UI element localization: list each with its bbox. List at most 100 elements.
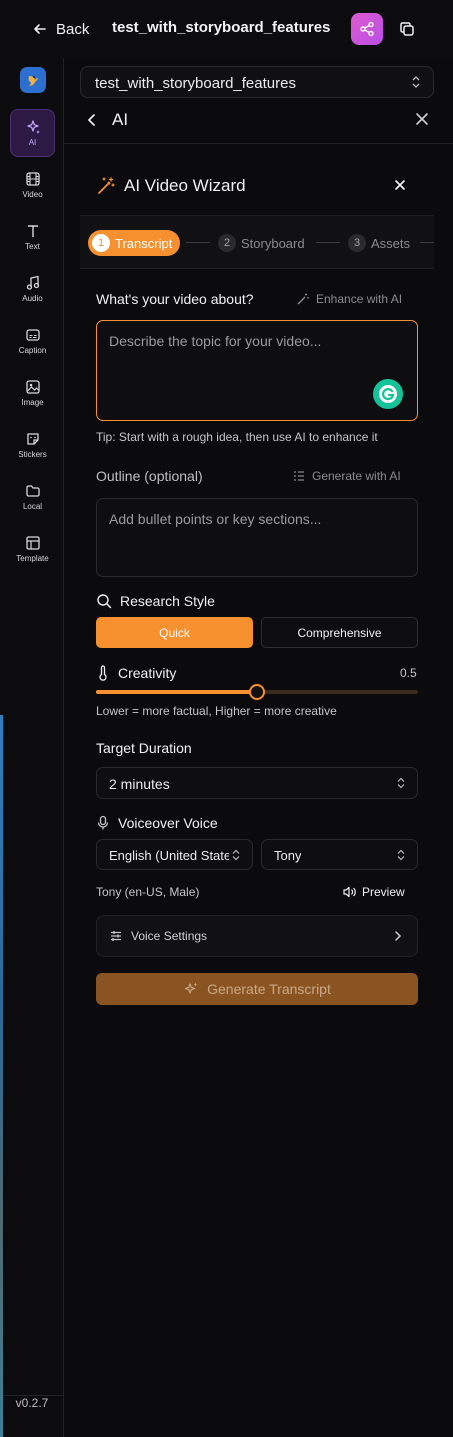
back-label: Back — [56, 20, 90, 38]
step-label: Assets — [371, 235, 411, 251]
template-icon — [25, 536, 40, 550]
project-title: test_with_storyboard_features — [112, 19, 331, 36]
voice-value: Tony — [274, 848, 302, 863]
preview-button[interactable]: Preview — [342, 885, 405, 899]
chevron-up-down-icon — [412, 76, 420, 88]
creativity-hint: Lower = more factual, Higher = more crea… — [96, 704, 337, 718]
target-duration-label: Target Duration — [96, 740, 192, 756]
sidebar-item-stickers[interactable]: Stickers — [10, 421, 55, 469]
slider-fill — [96, 690, 257, 694]
sidebar-item-label: Text — [25, 242, 40, 251]
voice-meta: Tony (en-US, Male) — [96, 885, 200, 899]
panel-header: AI — [64, 100, 453, 144]
caption-icon — [25, 329, 40, 341]
wizard-title-text: AI Video Wizard — [124, 176, 246, 195]
outline-textarea[interactable]: Add bullet points or key sections... — [96, 498, 418, 577]
step-number: 3 — [348, 234, 366, 252]
duration-value: 2 minutes — [109, 776, 170, 792]
voiceover-voice-text: Voiceover Voice — [118, 815, 218, 831]
sidebar-item-audio[interactable]: Audio — [10, 265, 55, 313]
step-transcript[interactable]: 1 Transcript — [88, 230, 181, 256]
creativity-value: 0.5 — [400, 666, 417, 680]
step-storyboard[interactable]: 2 Storyboard — [218, 230, 305, 256]
sidebar-item-label: Template — [16, 554, 49, 563]
sparkles-icon — [185, 982, 198, 994]
duplicate-button[interactable] — [395, 17, 419, 41]
project-select-value: test_with_storyboard_features — [95, 75, 296, 92]
sidebar-item-label: Caption — [18, 346, 47, 355]
grammarly-icon — [379, 385, 397, 403]
language-value: English (United States) — [109, 848, 229, 863]
microphone-icon — [97, 815, 109, 830]
step-connector — [316, 242, 340, 243]
speaker-icon — [343, 886, 356, 898]
image-icon — [25, 380, 40, 394]
slider-thumb[interactable] — [249, 684, 265, 700]
sidebar-item-ai[interactable]: AI — [10, 109, 55, 157]
topic-tip: Tip: Start with a rough idea, then use A… — [96, 430, 378, 444]
research-comprehensive-button[interactable]: Comprehensive — [261, 617, 418, 648]
step-number: 1 — [92, 234, 110, 252]
close-icon[interactable] — [392, 177, 408, 193]
version-label: v0.2.7 — [15, 1396, 49, 1410]
ai-panel: test_with_storyboard_features AI AI Vide… — [64, 58, 453, 1437]
chevron-up-down-icon — [232, 849, 240, 861]
wizard-title: AI Video Wizard — [96, 176, 246, 196]
canvas-edge — [0, 715, 3, 1437]
sidebar-item-label: Audio — [22, 294, 43, 303]
topic-label: What's your video about? — [96, 291, 254, 307]
grammarly-button[interactable] — [373, 379, 403, 409]
close-icon[interactable] — [415, 112, 429, 126]
chevron-left-icon[interactable] — [86, 113, 98, 127]
enhance-with-ai-button[interactable]: Enhance with AI — [296, 292, 402, 306]
sidebar-item-local[interactable]: Local — [10, 473, 55, 521]
sparkles-icon — [26, 120, 40, 134]
creativity-slider[interactable] — [96, 684, 418, 700]
magic-wand-icon — [297, 293, 309, 305]
step-connector — [186, 242, 210, 243]
sidebar-item-caption[interactable]: Caption — [10, 317, 55, 365]
sidebar-item-template[interactable]: Template — [10, 525, 55, 573]
sidebar-item-text[interactable]: Text — [10, 213, 55, 261]
wizard-stepper: 1 Transcript 2 Storyboard 3 Assets — [80, 215, 434, 269]
sidebar-item-label: Stickers — [18, 450, 47, 459]
voiceover-voice-label: Voiceover Voice — [96, 815, 218, 831]
generate-with-ai-button[interactable]: Generate with AI — [292, 469, 401, 483]
voice-settings-button[interactable]: Voice Settings — [96, 915, 418, 957]
generate-transcript-label: Generate Transcript — [207, 981, 331, 997]
voice-select[interactable]: Tony — [261, 839, 418, 870]
project-select[interactable]: test_with_storyboard_features — [80, 66, 434, 98]
copy-icon — [400, 22, 414, 36]
research-style-label: Research Style — [96, 593, 215, 609]
research-quick-button[interactable]: Quick — [96, 617, 253, 648]
share-button[interactable] — [351, 13, 383, 45]
outline-placeholder: Add bullet points or key sections... — [109, 511, 322, 527]
step-number: 2 — [218, 234, 236, 252]
sidebar-item-label: AI — [28, 138, 37, 147]
list-icon — [294, 471, 304, 481]
topic-textarea[interactable]: Describe the topic for your video... — [96, 320, 418, 421]
text-icon — [27, 225, 38, 237]
language-select[interactable]: English (United States) — [96, 839, 253, 870]
arrow-left-icon — [34, 24, 46, 34]
top-bar: Back test_with_storyboard_features — [0, 0, 453, 58]
generate-transcript-button[interactable]: Generate Transcript — [96, 973, 418, 1005]
search-icon — [97, 594, 112, 609]
duration-select[interactable]: 2 minutes — [96, 767, 418, 799]
sliders-icon — [111, 931, 121, 941]
sidebar-item-image[interactable]: Image — [10, 369, 55, 417]
bird-logo-icon — [28, 76, 38, 86]
voice-settings-label: Voice Settings — [131, 929, 208, 943]
step-assets[interactable]: 3 Assets — [348, 230, 410, 256]
magic-wand-icon — [98, 177, 115, 194]
step-label: Storyboard — [241, 235, 305, 251]
topic-placeholder: Describe the topic for your video... — [109, 333, 322, 349]
back-button[interactable]: Back — [32, 18, 89, 40]
left-sidebar: AI Video Text Audio Caption Image Sticke… — [0, 58, 64, 1437]
sidebar-item-video[interactable]: Video — [10, 161, 55, 209]
generate-label: Generate with AI — [312, 469, 401, 483]
music-icon — [26, 275, 39, 290]
sidebar-item-label: Local — [22, 502, 43, 511]
sidebar-item-label: Video — [22, 190, 43, 199]
chevron-up-down-icon — [397, 849, 405, 861]
